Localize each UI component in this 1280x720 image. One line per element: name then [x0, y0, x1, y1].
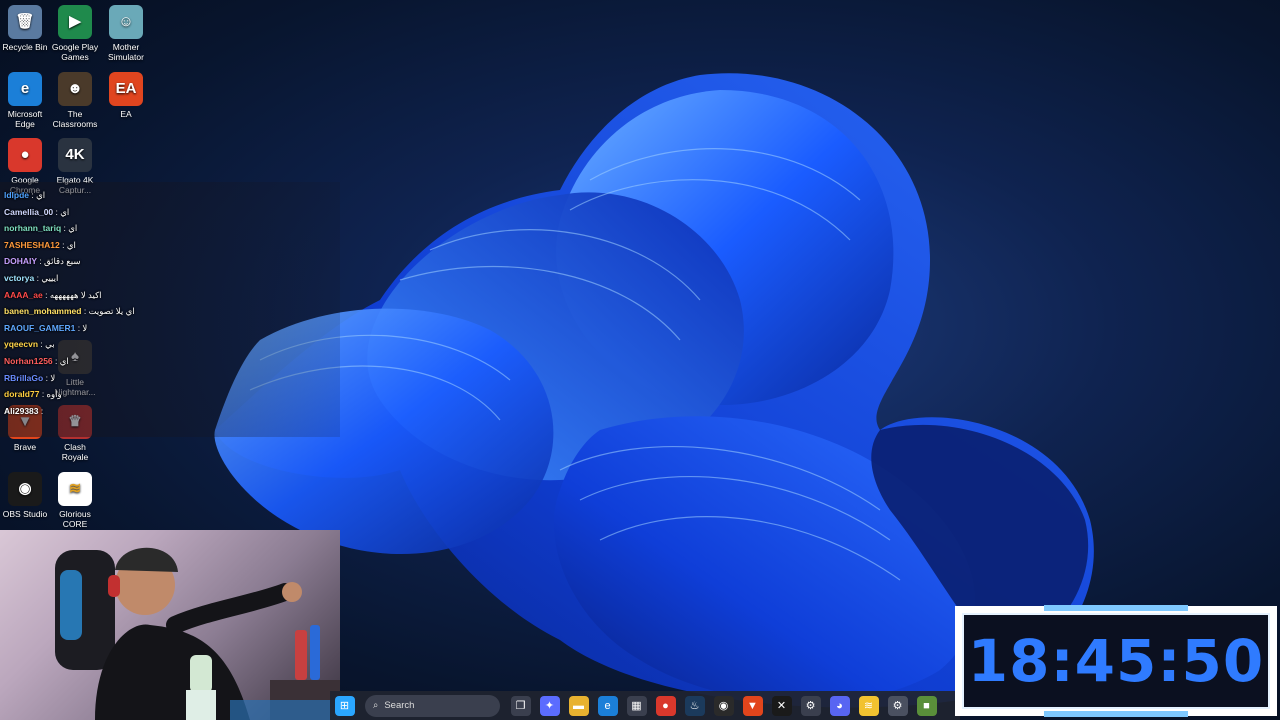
chat-text: : بي: [40, 339, 55, 350]
chat-message: 7ASHESHA12 : اي: [4, 240, 76, 251]
brave-taskbar-icon[interactable]: ▼: [742, 695, 763, 716]
search-placeholder: Search: [384, 700, 415, 711]
file-explorer-icon[interactable]: ▬: [568, 695, 589, 716]
settings-app-icon[interactable]: ⚙: [800, 695, 821, 716]
clock-time: 18:45:50: [967, 627, 1265, 695]
clock-widget: 18:45:50: [955, 605, 1277, 717]
desktop-icon-obs-studio[interactable]: ◉ OBS Studio: [0, 472, 50, 519]
chat-text: : اي: [63, 223, 78, 234]
desktop-icon-label: OBS Studio: [2, 509, 48, 519]
chat-username: Camellia_00: [4, 206, 54, 217]
chat-username: 7ASHESHA12: [4, 239, 60, 250]
the-classrooms-icon: ☻: [58, 72, 92, 106]
desktop-icon-label: Mother Simulator: [108, 42, 144, 62]
chat-text: :: [40, 405, 44, 416]
start-button[interactable]: ⊞: [334, 695, 355, 716]
obs-studio-icon: ◉: [8, 472, 42, 506]
desktop-icon-label: The Classrooms: [52, 109, 98, 129]
chat-message: norhann_tariq : اي: [4, 223, 77, 234]
edge-icon: e: [8, 72, 42, 106]
chat-username: DOHAIY: [4, 256, 37, 267]
desktop-icon-label: Microsoft Edge: [7, 109, 43, 129]
google-play-games-icon: ▶: [58, 5, 92, 39]
streamer-figure: [55, 547, 340, 720]
glorious-core-icon: ≋: [58, 472, 92, 506]
taskbar-search[interactable]: ⌕ Search: [365, 694, 500, 717]
desktop-icon-mother-simulator[interactable]: ☺ Mother Simulator: [101, 5, 151, 62]
chat-username: RBrillaGo: [4, 372, 44, 383]
chat-message: DOHAIY : سبع دقائق: [4, 256, 80, 267]
chat-username: yqeecvn: [4, 339, 39, 350]
desktop-icon-recycle-bin[interactable]: 🗑 Recycle Bin: [0, 5, 50, 52]
desktop-icon-glorious-core[interactable]: ≋ Glorious CORE: [50, 472, 100, 529]
chat-message: RAOUF_GAMER1 : لا: [4, 323, 87, 334]
desktop-icon-google-play-games[interactable]: ▶ Google Play Games: [50, 5, 100, 62]
desktop-icon-the-classrooms[interactable]: ☻ The Classrooms: [50, 72, 100, 129]
chat-username: dorald77: [4, 389, 40, 400]
chat-text: : اي: [31, 190, 46, 200]
chat-username: Ali29383: [4, 405, 39, 416]
desktop-icon-label: Glorious CORE: [59, 509, 91, 529]
capcut-icon[interactable]: ✕: [771, 695, 792, 716]
recycle-bin-icon: 🗑: [8, 5, 42, 39]
chat-text: : اي: [55, 356, 69, 366]
chat-username: ldlpde: [4, 190, 30, 200]
mother-simulator-icon: ☺: [109, 5, 143, 39]
chat-message: Norhan1256 : اي: [4, 356, 69, 367]
chat-text: : ايييي: [36, 273, 59, 283]
chat-username: RAOUF_GAMER1: [4, 322, 76, 333]
chat-message: ldlpde : اي: [4, 190, 45, 201]
minecraft-icon[interactable]: ■: [916, 695, 937, 716]
edge-taskbar-icon[interactable]: e: [597, 695, 618, 716]
chat-text: : لا: [45, 372, 56, 383]
chat-text: : اي: [62, 239, 76, 250]
chat-text: : اي: [55, 206, 70, 217]
chat-text: : اكيد لا ههههههه: [45, 289, 102, 300]
task-view-icon[interactable]: ❐: [510, 695, 531, 716]
desktop-icon-label: Clash Royale: [61, 442, 89, 462]
chat-message: AAAA_ae : اكيد لا ههههههه: [4, 290, 102, 301]
chat-message: RBrillaGo : لا: [4, 373, 55, 384]
chat-text: : لا: [77, 322, 88, 333]
chat-text: : اي يلا تصويت: [83, 306, 135, 317]
desktop-icon-label: Recycle Bin: [2, 42, 48, 52]
chat-username: Norhan1256: [4, 356, 53, 366]
search-icon: ⌕: [373, 700, 379, 711]
copilot-icon[interactable]: ✦: [539, 695, 560, 716]
chat-text: : واوه: [41, 389, 62, 400]
glorious-taskbar-icon[interactable]: ≋: [858, 695, 879, 716]
webcam-overlay: [0, 530, 340, 720]
chat-username: AAAA_ae: [4, 289, 43, 300]
discord-icon[interactable]: ◕: [829, 695, 850, 716]
obs-taskbar-icon[interactable]: ◉: [713, 695, 734, 716]
clock-panel: 18:45:50: [962, 605, 1270, 717]
desktop-icon-ea[interactable]: EA EA: [101, 72, 151, 119]
chat-username: norhann_tariq: [4, 223, 62, 234]
ea-icon: EA: [109, 72, 143, 106]
settings-gear-icon[interactable]: ⚙: [887, 695, 908, 716]
chat-message: dorald77 : واوه: [4, 389, 62, 400]
chat-text: : سبع دقائق: [39, 256, 81, 267]
store-icon[interactable]: ▦: [626, 695, 647, 716]
chat-username: banen_mohammed: [4, 306, 82, 317]
steam-icon[interactable]: ♨: [684, 695, 705, 716]
desktop-icon-label: Google Play Games: [51, 42, 99, 62]
chrome-taskbar-icon[interactable]: ●: [655, 695, 676, 716]
chat-message: vctorya : ايييي: [4, 273, 58, 284]
chat-overlay: ldlpde : اي Camellia_00 : اي norhann_tariq…: [0, 182, 340, 437]
elgato-4k-icon: 4K: [58, 138, 92, 172]
chat-username: vctorya: [4, 273, 35, 283]
chat-message: Ali29383 :: [4, 406, 43, 416]
chat-message: yqeecvn : بي: [4, 339, 55, 350]
desktop-icon-label: Brave: [13, 442, 37, 452]
chat-message: Camellia_00 : اي: [4, 207, 69, 218]
desktop-icon-edge[interactable]: e Microsoft Edge: [0, 72, 50, 129]
chat-message: banen_mohammed : اي يلا تصويت: [4, 306, 135, 317]
chrome-icon: ●: [8, 138, 42, 172]
desktop-icon-label: EA: [120, 109, 132, 119]
taskbar: ⊞ ⌕ Search ❐ ✦ ▬ e ▦ ● ♨ ◉ ▼ ✕ ⚙ ◕ ≋ ⚙ ■: [330, 691, 960, 720]
